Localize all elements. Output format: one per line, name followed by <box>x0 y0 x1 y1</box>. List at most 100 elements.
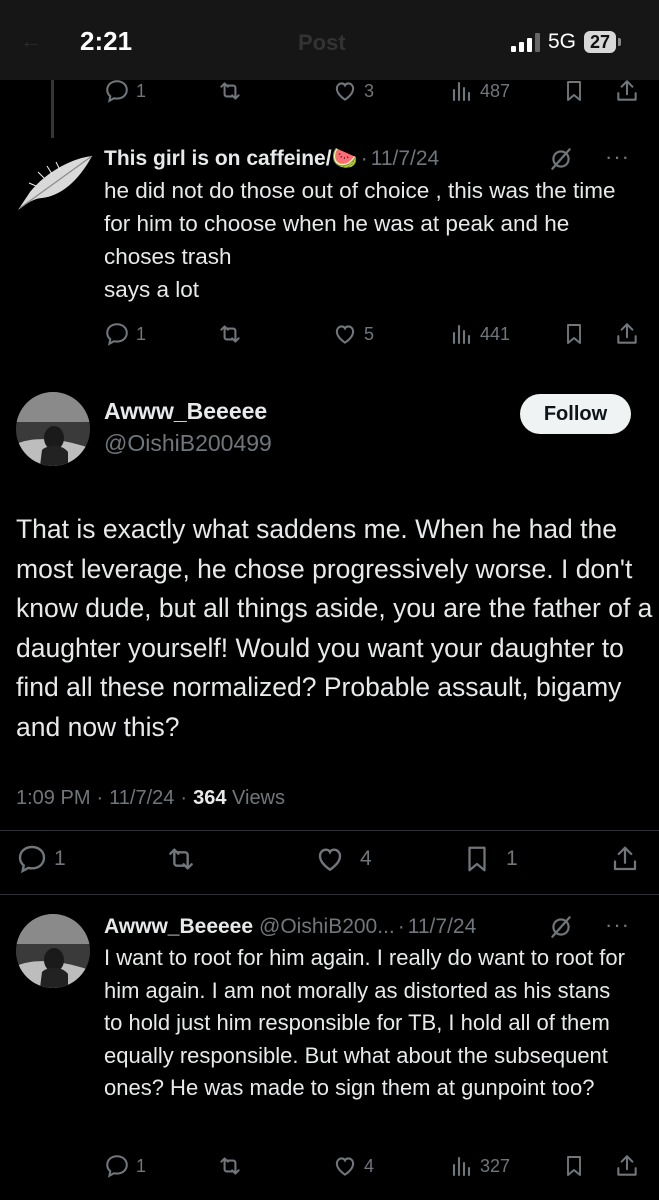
repost-button[interactable] <box>216 1151 244 1181</box>
follow-button[interactable]: Follow <box>520 394 631 434</box>
share-icon <box>617 323 637 344</box>
feather-icon <box>18 155 93 210</box>
divider <box>0 894 659 895</box>
views-label[interactable]: Views <box>232 787 285 809</box>
feather-avatar[interactable] <box>14 148 96 218</box>
views-button[interactable]: 487 <box>450 76 510 106</box>
share-button[interactable] <box>610 844 640 874</box>
reply-count: 1 <box>54 847 66 870</box>
bookmark-icon <box>567 1156 581 1176</box>
reply-button[interactable]: 1 <box>104 319 146 349</box>
views-icon <box>452 324 471 345</box>
signal-icon <box>510 32 540 52</box>
reply-icon <box>106 323 128 346</box>
bookmark-count: 1 <box>506 847 518 870</box>
grok-icon[interactable] <box>548 914 574 945</box>
heart-icon <box>335 325 355 344</box>
avatar[interactable] <box>16 392 90 466</box>
views-count: 441 <box>480 323 511 344</box>
post-date[interactable]: 11/7/24 <box>408 915 477 939</box>
like-button[interactable]: 4 <box>314 844 372 874</box>
bookmark-button[interactable]: 1 <box>462 844 518 874</box>
author-name[interactable]: Awww_Beeeee <box>104 398 267 425</box>
views-icon <box>452 1156 471 1177</box>
like-button[interactable]: 4 <box>332 1151 374 1181</box>
author-handle[interactable]: @OishiB200... <box>259 915 395 939</box>
reply-text: I want to root for him again. I really d… <box>104 945 625 1100</box>
status-indicators: 5G 27 <box>510 30 621 54</box>
profile-photo <box>16 914 90 988</box>
views-count: 327 <box>480 1155 511 1176</box>
share-button[interactable] <box>614 1151 640 1181</box>
main-action-bar: 1 4 1 <box>16 842 644 878</box>
bookmark-icon <box>468 846 486 872</box>
bookmark-button[interactable] <box>562 1151 586 1181</box>
views-icon <box>452 81 471 102</box>
reply-icon <box>18 845 46 874</box>
grok-icon[interactable] <box>548 146 574 177</box>
like-button[interactable]: 3 <box>332 76 374 106</box>
repost-icon <box>220 1157 240 1175</box>
reply-button[interactable]: 1 <box>16 844 66 874</box>
share-button[interactable] <box>614 76 640 106</box>
post-meta: 1:09 PM · 11/7/24 · 364 Views <box>16 787 286 809</box>
like-button[interactable]: 5 <box>332 319 374 349</box>
like-count: 3 <box>364 80 375 101</box>
share-button[interactable] <box>614 319 640 349</box>
reply-button[interactable]: 1 <box>104 1151 146 1181</box>
heart-icon <box>335 82 355 101</box>
battery-level: 27 <box>583 31 616 53</box>
reply-tweet[interactable]: This girl is on caffeine/🍉 · 11/7/24 ···… <box>104 144 634 306</box>
like-count: 4 <box>360 847 372 870</box>
views-button[interactable]: 327 <box>450 1151 510 1181</box>
reply-icon <box>106 1155 128 1178</box>
share-icon <box>617 80 637 101</box>
views-count: 364 <box>193 787 227 809</box>
views-button[interactable]: 441 <box>450 319 510 349</box>
more-options-icon[interactable]: ··· <box>605 144 630 170</box>
network-type: 5G <box>547 30 576 53</box>
heart-icon <box>318 848 342 872</box>
bookmark-icon <box>567 324 581 344</box>
bookmark-button[interactable] <box>562 319 586 349</box>
post-date: 11/7/24 <box>109 787 175 809</box>
battery-icon: 27 <box>583 31 621 53</box>
bookmark-button[interactable] <box>562 76 586 106</box>
repost-icon <box>169 848 193 870</box>
reply-text: he did not do those out of choice , this… <box>104 178 616 302</box>
repost-icon <box>220 325 240 343</box>
action-bar: 1 3 487 <box>104 76 640 106</box>
repost-icon <box>220 82 240 100</box>
post-date[interactable]: 11/7/24 <box>371 147 440 171</box>
action-bar: 1 5 441 <box>104 319 640 349</box>
share-icon <box>617 1155 637 1176</box>
reply-icon <box>106 80 128 103</box>
bookmark-icon <box>567 81 581 101</box>
profile-photo <box>16 392 90 466</box>
like-count: 4 <box>364 1155 375 1176</box>
heart-icon <box>335 1157 355 1176</box>
action-bar: 1 4 327 <box>104 1151 640 1181</box>
thread-line <box>51 80 54 138</box>
author-name[interactable]: Awww_Beeeee <box>104 915 253 939</box>
status-bar: ← 2:21 Post 5G 27 <box>0 0 659 80</box>
repost-button[interactable] <box>216 76 244 106</box>
reply-tweet[interactable]: Awww_Beeeee @OishiB200... · 11/7/24 ··· … <box>104 912 634 1105</box>
reply-button[interactable]: 1 <box>104 76 146 106</box>
back-arrow-icon[interactable]: ← <box>20 28 42 54</box>
status-time: 2:21 <box>80 26 133 56</box>
repost-button[interactable] <box>164 844 198 874</box>
reply-count: 1 <box>136 80 147 101</box>
author-handle[interactable]: @OishiB200499 <box>104 430 272 457</box>
author-name[interactable]: This girl is on caffeine/🍉 <box>104 147 358 171</box>
divider <box>0 830 659 831</box>
avatar[interactable] <box>16 914 90 988</box>
post-text: That is exactly what saddens me. When he… <box>16 514 653 742</box>
views-count: 487 <box>480 80 511 101</box>
more-options-icon[interactable]: ··· <box>605 912 630 938</box>
reply-count: 1 <box>136 323 147 344</box>
share-icon <box>613 846 637 871</box>
repost-button[interactable] <box>216 319 244 349</box>
page-title: Post <box>298 30 346 55</box>
reply-count: 1 <box>136 1155 147 1176</box>
